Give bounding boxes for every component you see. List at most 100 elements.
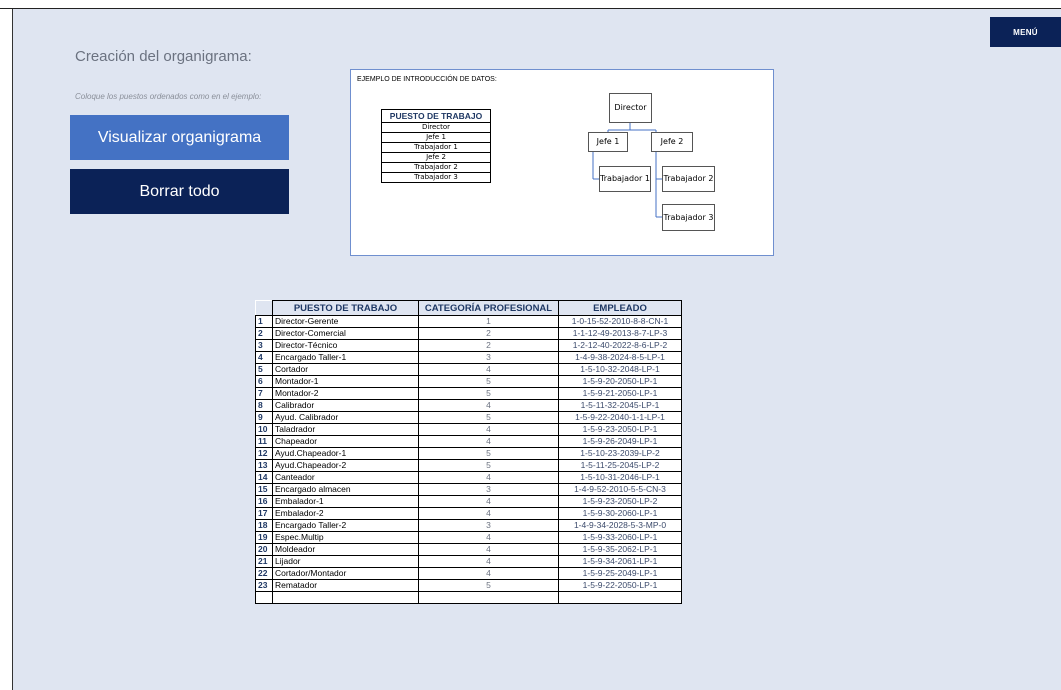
cell-puesto[interactable]: Embalador-2 bbox=[272, 507, 419, 520]
cell-empleado[interactable] bbox=[558, 591, 682, 604]
cell-empleado[interactable]: 1-4-9-34-2028-5-3-MP-0 bbox=[558, 519, 682, 532]
row-number: 7 bbox=[255, 387, 273, 400]
cell-empleado[interactable]: 1-5-9-26-2049-LP-1 bbox=[558, 435, 682, 448]
row-number bbox=[255, 591, 273, 604]
cell-empleado[interactable]: 1-1-12-49-2013-8-7-LP-3 bbox=[558, 327, 682, 340]
cell-categoria[interactable]: 3 bbox=[418, 483, 559, 496]
cell-empleado[interactable]: 1-5-11-25-2045-LP-2 bbox=[558, 459, 682, 472]
cell-categoria[interactable]: 5 bbox=[418, 459, 559, 472]
row-number: 18 bbox=[255, 519, 273, 532]
cell-categoria[interactable]: 4 bbox=[418, 423, 559, 436]
cell-categoria[interactable]: 2 bbox=[418, 327, 559, 340]
cell-puesto[interactable]: Calibrador bbox=[272, 399, 419, 412]
positions-table: PUESTO DE TRABAJO CATEGORÍA PROFESIONAL … bbox=[255, 300, 682, 604]
table-row: 23 Rematador 5 1-5-9-22-2050-LP-1 bbox=[255, 579, 682, 592]
cell-categoria[interactable]: 5 bbox=[418, 447, 559, 460]
cell-categoria[interactable]: 4 bbox=[418, 495, 559, 508]
table-row: 4 Encargado Taller-1 3 1-4-9-38-2024-8-5-LP… bbox=[255, 351, 682, 364]
cell-categoria[interactable]: 4 bbox=[418, 435, 559, 448]
cell-puesto[interactable]: Director-Gerente bbox=[272, 315, 419, 328]
cell-empleado[interactable]: 1-5-11-32-2045-LP-1 bbox=[558, 399, 682, 412]
row-number: 19 bbox=[255, 531, 273, 544]
cell-categoria[interactable]: 4 bbox=[418, 531, 559, 544]
table-row: 19 Espec.Multip 4 1-5-9-33-2060-LP-1 bbox=[255, 531, 682, 544]
cell-puesto[interactable]: Rematador bbox=[272, 579, 419, 592]
cell-puesto[interactable]: Chapeador bbox=[272, 435, 419, 448]
cell-puesto[interactable]: Ayud.Chapeador-2 bbox=[272, 459, 419, 472]
cell-categoria[interactable]: 5 bbox=[418, 579, 559, 592]
cell-empleado[interactable]: 1-5-9-34-2061-LP-1 bbox=[558, 555, 682, 568]
row-number-header bbox=[255, 300, 273, 316]
cell-empleado[interactable]: 1-5-9-35-2062-LP-1 bbox=[558, 543, 682, 556]
cell-empleado[interactable]: 1-5-9-21-2050-LP-1 bbox=[558, 387, 682, 400]
cell-empleado[interactable]: 1-5-9-33-2060-LP-1 bbox=[558, 531, 682, 544]
cell-puesto[interactable]: Director-Comercial bbox=[272, 327, 419, 340]
cell-puesto[interactable]: Embalador-1 bbox=[272, 495, 419, 508]
cell-categoria[interactable]: 3 bbox=[418, 351, 559, 364]
cell-puesto[interactable]: Director-Técnico bbox=[272, 339, 419, 352]
cell-empleado[interactable]: 1-5-10-31-2046-LP-1 bbox=[558, 471, 682, 484]
cell-empleado[interactable]: 1-5-9-22-2040-1-1-LP-1 bbox=[558, 411, 682, 424]
cell-empleado[interactable]: 1-5-9-22-2050-LP-1 bbox=[558, 579, 682, 592]
cell-puesto[interactable]: Encargado Taller-1 bbox=[272, 351, 419, 364]
cell-categoria[interactable]: 5 bbox=[418, 375, 559, 388]
example-node-jefe1: Jefe 1 bbox=[588, 132, 628, 152]
cell-categoria[interactable]: 4 bbox=[418, 507, 559, 520]
cell-puesto[interactable]: Espec.Multip bbox=[272, 531, 419, 544]
cell-categoria[interactable]: 4 bbox=[418, 543, 559, 556]
cell-puesto[interactable]: Canteador bbox=[272, 471, 419, 484]
table-row: 9 Ayud. Calibrador 5 1-5-9-22-2040-1-1-LP-1 bbox=[255, 411, 682, 424]
cell-puesto[interactable]: Ayud.Chapeador-1 bbox=[272, 447, 419, 460]
cell-empleado[interactable]: 1-5-9-25-2049-LP-1 bbox=[558, 567, 682, 580]
row-number: 9 bbox=[255, 411, 273, 424]
cell-empleado[interactable]: 1-5-9-23-2050-LP-1 bbox=[558, 423, 682, 436]
page-title: Creación del organigrama: bbox=[75, 48, 252, 65]
row-number: 20 bbox=[255, 543, 273, 556]
cell-empleado[interactable]: 1-5-10-32-2048-LP-1 bbox=[558, 363, 682, 376]
cell-puesto[interactable]: Montador-1 bbox=[272, 375, 419, 388]
cell-empleado[interactable]: 1-4-9-38-2024-8-5-LP-1 bbox=[558, 351, 682, 364]
row-number: 10 bbox=[255, 423, 273, 436]
cell-empleado[interactable]: 1-5-9-20-2050-LP-1 bbox=[558, 375, 682, 388]
cell-categoria[interactable]: 4 bbox=[418, 471, 559, 484]
cell-puesto[interactable]: Ayud. Calibrador bbox=[272, 411, 419, 424]
cell-categoria[interactable]: 3 bbox=[418, 519, 559, 532]
cell-empleado[interactable]: 1-2-12-40-2022-8-6-LP-2 bbox=[558, 339, 682, 352]
cell-categoria[interactable]: 5 bbox=[418, 387, 559, 400]
table-row: 14 Canteador 4 1-5-10-31-2046-LP-1 bbox=[255, 471, 682, 484]
cell-puesto[interactable] bbox=[272, 591, 419, 604]
cell-empleado[interactable]: 1-5-9-30-2060-LP-1 bbox=[558, 507, 682, 520]
cell-categoria[interactable]: 4 bbox=[418, 363, 559, 376]
cell-categoria[interactable]: 2 bbox=[418, 339, 559, 352]
cell-empleado[interactable]: 1-0-15-52-2010-8-8-CN-1 bbox=[558, 315, 682, 328]
cell-empleado[interactable]: 1-5-9-23-2050-LP-2 bbox=[558, 495, 682, 508]
table-row: 6 Montador-1 5 1-5-9-20-2050-LP-1 bbox=[255, 375, 682, 388]
menu-button[interactable]: MENÚ bbox=[990, 17, 1061, 47]
example-node-trabajador3: Trabajador 3 bbox=[662, 204, 715, 231]
cell-puesto[interactable]: Encargado Taller-2 bbox=[272, 519, 419, 532]
cell-categoria[interactable]: 4 bbox=[418, 555, 559, 568]
cell-categoria[interactable]: 1 bbox=[418, 315, 559, 328]
cell-empleado[interactable]: 1-4-9-52-2010-5-5-CN-3 bbox=[558, 483, 682, 496]
table-row: 12 Ayud.Chapeador-1 5 1-5-10-23-2039-LP-2 bbox=[255, 447, 682, 460]
cell-categoria[interactable]: 4 bbox=[418, 567, 559, 580]
cell-puesto[interactable]: Moldeador bbox=[272, 543, 419, 556]
visualize-orgchart-button[interactable]: Visualizar organigrama bbox=[70, 115, 289, 160]
cell-puesto[interactable]: Lijador bbox=[272, 555, 419, 568]
delete-all-button[interactable]: Borrar todo bbox=[70, 169, 289, 214]
row-number: 2 bbox=[255, 327, 273, 340]
table-row: 17 Embalador-2 4 1-5-9-30-2060-LP-1 bbox=[255, 507, 682, 520]
header-empleado: EMPLEADO bbox=[558, 300, 682, 316]
cell-puesto[interactable]: Cortador/Montador bbox=[272, 567, 419, 580]
cell-puesto[interactable]: Montador-2 bbox=[272, 387, 419, 400]
cell-puesto[interactable]: Encargado almacen bbox=[272, 483, 419, 496]
cell-categoria[interactable]: 4 bbox=[418, 399, 559, 412]
cell-empleado[interactable]: 1-5-10-23-2039-LP-2 bbox=[558, 447, 682, 460]
table-row: 15 Encargado almacen 3 1-4-9-52-2010-5-5-CN… bbox=[255, 483, 682, 496]
cell-categoria[interactable] bbox=[418, 591, 559, 604]
cell-categoria[interactable]: 5 bbox=[418, 411, 559, 424]
table-row: 21 Lijador 4 1-5-9-34-2061-LP-1 bbox=[255, 555, 682, 568]
table-row: 5 Cortador 4 1-5-10-32-2048-LP-1 bbox=[255, 363, 682, 376]
cell-puesto[interactable]: Cortador bbox=[272, 363, 419, 376]
cell-puesto[interactable]: Taladrador bbox=[272, 423, 419, 436]
